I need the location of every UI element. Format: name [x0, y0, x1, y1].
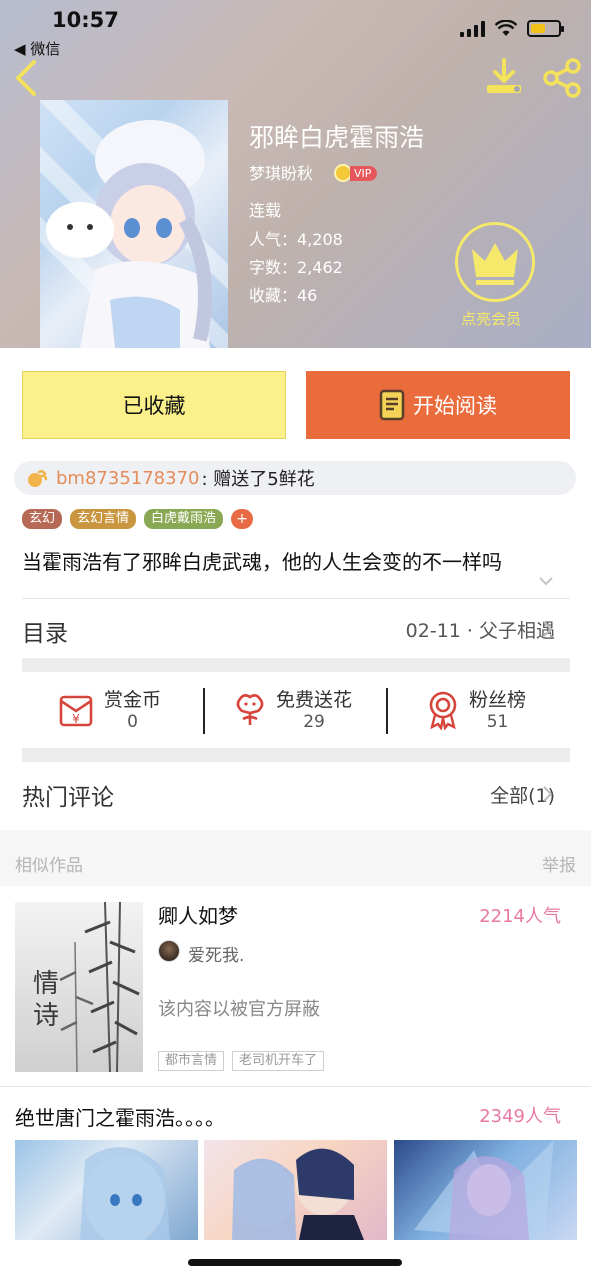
stat-name: 赏金币 [104, 689, 162, 711]
status-time: 10:57 [52, 8, 119, 32]
gift-notice[interactable]: bm8735178370 : 赠送了5鲜花 [14, 461, 576, 495]
stat-separator [203, 688, 205, 734]
share-icon[interactable] [542, 58, 582, 98]
start-reading-button[interactable]: 开始阅读 [306, 371, 570, 439]
crown-icon [472, 243, 518, 285]
medal-icon [429, 691, 457, 730]
home-indicator[interactable] [188, 1259, 402, 1266]
similar-cover-image[interactable] [15, 1140, 198, 1240]
tag-item[interactable]: 白虎戴雨浩 [144, 509, 224, 529]
collected-button[interactable]: 已收藏 [22, 371, 286, 439]
reward-coin-button[interactable]: ¥ 赏金币 0 [58, 685, 161, 735]
book-title: 邪眸白虎霍雨浩 [249, 123, 425, 152]
stat-count: 51 [486, 712, 509, 732]
free-flower-button[interactable]: 免费送花 29 [232, 685, 352, 735]
similar-popularity: 2349人气 [479, 1106, 561, 1127]
member-label[interactable]: 点亮会员 [461, 308, 521, 329]
expand-chevron-icon[interactable] [538, 575, 554, 587]
gift-sender[interactable]: bm8735178370 [56, 468, 199, 489]
similar-description: 该内容以被官方屏蔽 [158, 999, 320, 1020]
similar-works-label: 相似作品 [15, 856, 83, 876]
author-name[interactable]: 梦琪盼秋 [249, 160, 313, 184]
fan-ranking-button[interactable]: 粉丝榜 51 [425, 685, 526, 735]
section-divider [22, 748, 570, 762]
cover-calligraphy: 情诗 [33, 969, 60, 1031]
signal-icon [460, 20, 485, 37]
similar-title[interactable]: 卿人如梦 [158, 900, 238, 929]
flower-icon [236, 694, 264, 725]
popularity-stat: 人气：4,208 [249, 230, 343, 249]
stat-count: 29 [303, 712, 325, 732]
avatar [158, 940, 180, 962]
stat-separator [386, 688, 388, 734]
vip-badge: VIP [334, 164, 378, 182]
stat-name: 粉丝榜 [469, 689, 527, 711]
latest-chapter[interactable]: 02-11 · 父子相遇 [406, 616, 555, 643]
gift-text: : 赠送了5鲜花 [201, 469, 315, 490]
similar-section-header [0, 830, 591, 886]
divider [22, 598, 570, 599]
wifi-icon [495, 20, 517, 36]
similar-tag[interactable]: 老司机开车了 [232, 1051, 325, 1071]
status-icons [460, 20, 564, 37]
tag-item[interactable]: 玄幻 [22, 509, 63, 529]
similar-popularity: 2214人气 [479, 906, 561, 927]
similar-cover-image[interactable] [394, 1140, 577, 1240]
back-chevron-icon[interactable] [12, 58, 42, 98]
hot-comments-label: 热门评论 [22, 785, 114, 811]
stat-name: 免费送花 [276, 689, 353, 711]
member-crown-button[interactable] [455, 222, 535, 302]
similar-title[interactable]: 绝世唐门之霍雨浩。。。。 [15, 1102, 225, 1131]
download-icon[interactable] [484, 58, 524, 98]
divider [0, 1086, 591, 1087]
add-tag-button[interactable]: + [231, 509, 254, 529]
tag-list: 玄幻 玄幻言情 白虎戴雨浩 + [22, 509, 254, 529]
start-reading-label: 开始阅读 [413, 394, 497, 418]
similar-cover-image[interactable]: 情诗 [15, 902, 143, 1072]
similar-tags: 都市言情 老司机开车了 [158, 1051, 325, 1071]
svg-text:¥: ¥ [72, 712, 80, 726]
back-to-wechat[interactable]: ◀ 微信 [14, 38, 60, 59]
book-icon [379, 389, 405, 421]
book-description: 当霍雨浩有了邪眸白虎武魂，他的人生会变的不一样吗 [22, 550, 502, 574]
section-divider [22, 658, 570, 672]
toc-label[interactable]: 目录 [22, 614, 68, 648]
word-count-stat: 字数：2,462 [249, 258, 343, 277]
collected-label: 已收藏 [122, 394, 186, 418]
similar-author: 爱死我. [188, 946, 245, 966]
battery-icon [527, 20, 564, 37]
similar-cover-image[interactable] [204, 1140, 387, 1240]
reward-coin-icon: ¥ [59, 695, 93, 727]
vip-label: VIP [350, 165, 378, 181]
favorites-stat: 收藏：46 [249, 286, 318, 305]
chevron-right-icon[interactable] [541, 785, 553, 803]
serial-status: 连载 [249, 201, 282, 220]
book-cover-image[interactable] [40, 100, 228, 348]
stat-count: 0 [127, 712, 138, 732]
flower-gift-icon [28, 470, 48, 487]
similar-tag[interactable]: 都市言情 [158, 1051, 225, 1071]
report-link[interactable]: 举报 [542, 851, 576, 876]
book-header: 10:57 ◀ 微信 邪眸白虎霍雨浩 梦琪盼秋 VIP 连载 人气：4,208 … [0, 0, 591, 348]
chevron-right-icon[interactable] [541, 620, 553, 638]
tag-item[interactable]: 玄幻言情 [70, 509, 137, 529]
